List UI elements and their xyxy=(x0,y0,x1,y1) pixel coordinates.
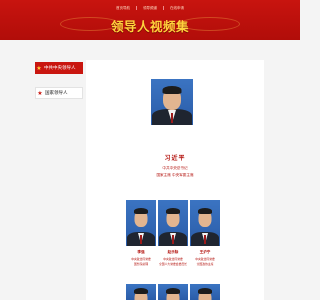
portrait-tie xyxy=(140,235,142,244)
main-content: 习近平 中共中央总书记 国家主席 中央军委主席 李强 中央政治局常委 国务院总理… xyxy=(86,60,264,300)
main-leader-title: 国家主席 中央军委主席 xyxy=(156,173,194,177)
top-nav: 首页导航 领导频道 在线申请 xyxy=(0,4,300,12)
leader-title: 中央政治局常委 xyxy=(131,257,151,261)
star-icon: ★ xyxy=(36,64,42,72)
portrait-hair xyxy=(134,288,148,294)
portrait-tie xyxy=(204,235,206,244)
page-title: 领导人视频集 xyxy=(110,19,189,34)
sidebar-item-label: 中共中央领导人 xyxy=(44,66,76,71)
portrait-hair xyxy=(134,208,148,214)
sidebar-item-label: 国家领导人 xyxy=(45,91,68,96)
leader-title: 中央政治局常委 xyxy=(163,257,183,261)
main-leader-name[interactable]: 习近平 xyxy=(86,153,264,162)
sidebar-item-central-leaders[interactable]: ★ 中共中央领导人 xyxy=(35,62,83,74)
leader-name[interactable]: 赵乐际 xyxy=(158,250,188,255)
star-icon: ★ xyxy=(37,89,43,97)
nav-item-channel[interactable]: 领导频道 xyxy=(139,4,161,12)
portrait-hair xyxy=(198,208,212,214)
leader-name[interactable]: 李强 xyxy=(126,250,156,255)
portrait-hair xyxy=(162,86,182,94)
header-banner: 首页导航 领导频道 在线申请 领导人视频集 xyxy=(0,0,300,40)
sidebar: ★ 中共中央领导人 ★ 国家领导人 xyxy=(35,62,83,112)
portrait-hair xyxy=(198,288,212,294)
leader-title: 中央政治局常委 xyxy=(195,257,215,261)
portrait-tie xyxy=(172,235,174,244)
leader-title: 全国政协主席 xyxy=(196,262,214,266)
nav-item-apply[interactable]: 在线申请 xyxy=(166,4,188,12)
main-leader-title: 中共中央总书记 xyxy=(162,166,188,170)
leader-portrait[interactable] xyxy=(126,284,156,300)
leader-portrait[interactable] xyxy=(126,200,156,246)
nav-divider xyxy=(136,6,137,10)
sidebar-item-state-leaders[interactable]: ★ 国家领导人 xyxy=(35,87,83,99)
portrait-tie xyxy=(171,113,173,123)
leader-title: 全国人大常委会委员长 xyxy=(159,262,187,266)
leader-portrait[interactable] xyxy=(190,284,220,300)
nav-item-home[interactable]: 首页导航 xyxy=(112,4,134,12)
leader-portrait[interactable] xyxy=(190,200,220,246)
portrait-hair xyxy=(166,288,180,294)
leader-title: 国务院总理 xyxy=(134,262,148,266)
nav-divider xyxy=(163,6,164,10)
main-leader-portrait[interactable] xyxy=(151,79,193,125)
leader-portrait[interactable] xyxy=(158,200,188,246)
leader-name[interactable]: 王沪宁 xyxy=(190,250,220,255)
portrait-hair xyxy=(166,208,180,214)
leader-portrait[interactable] xyxy=(158,284,188,300)
